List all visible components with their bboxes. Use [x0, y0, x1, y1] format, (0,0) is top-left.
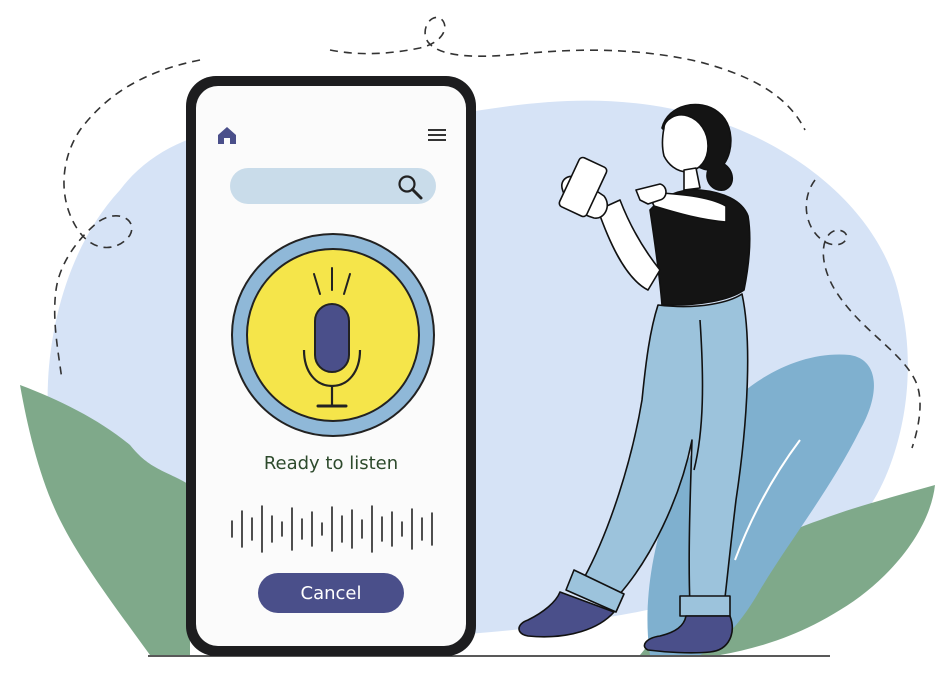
microphone-button[interactable] [228, 232, 438, 438]
smartphone: Ready to listen Cancel [186, 76, 476, 656]
phone-screen: Ready to listen Cancel [196, 86, 466, 646]
search-bar[interactable] [230, 168, 436, 204]
search-icon[interactable] [396, 173, 424, 201]
audio-waveform [231, 505, 433, 553]
person-cuff-right [679, 595, 731, 617]
menu-icon[interactable] [426, 126, 448, 144]
home-icon[interactable] [216, 124, 238, 146]
status-text: Ready to listen [263, 453, 399, 474]
cancel-button[interactable]: Cancel [258, 573, 404, 613]
